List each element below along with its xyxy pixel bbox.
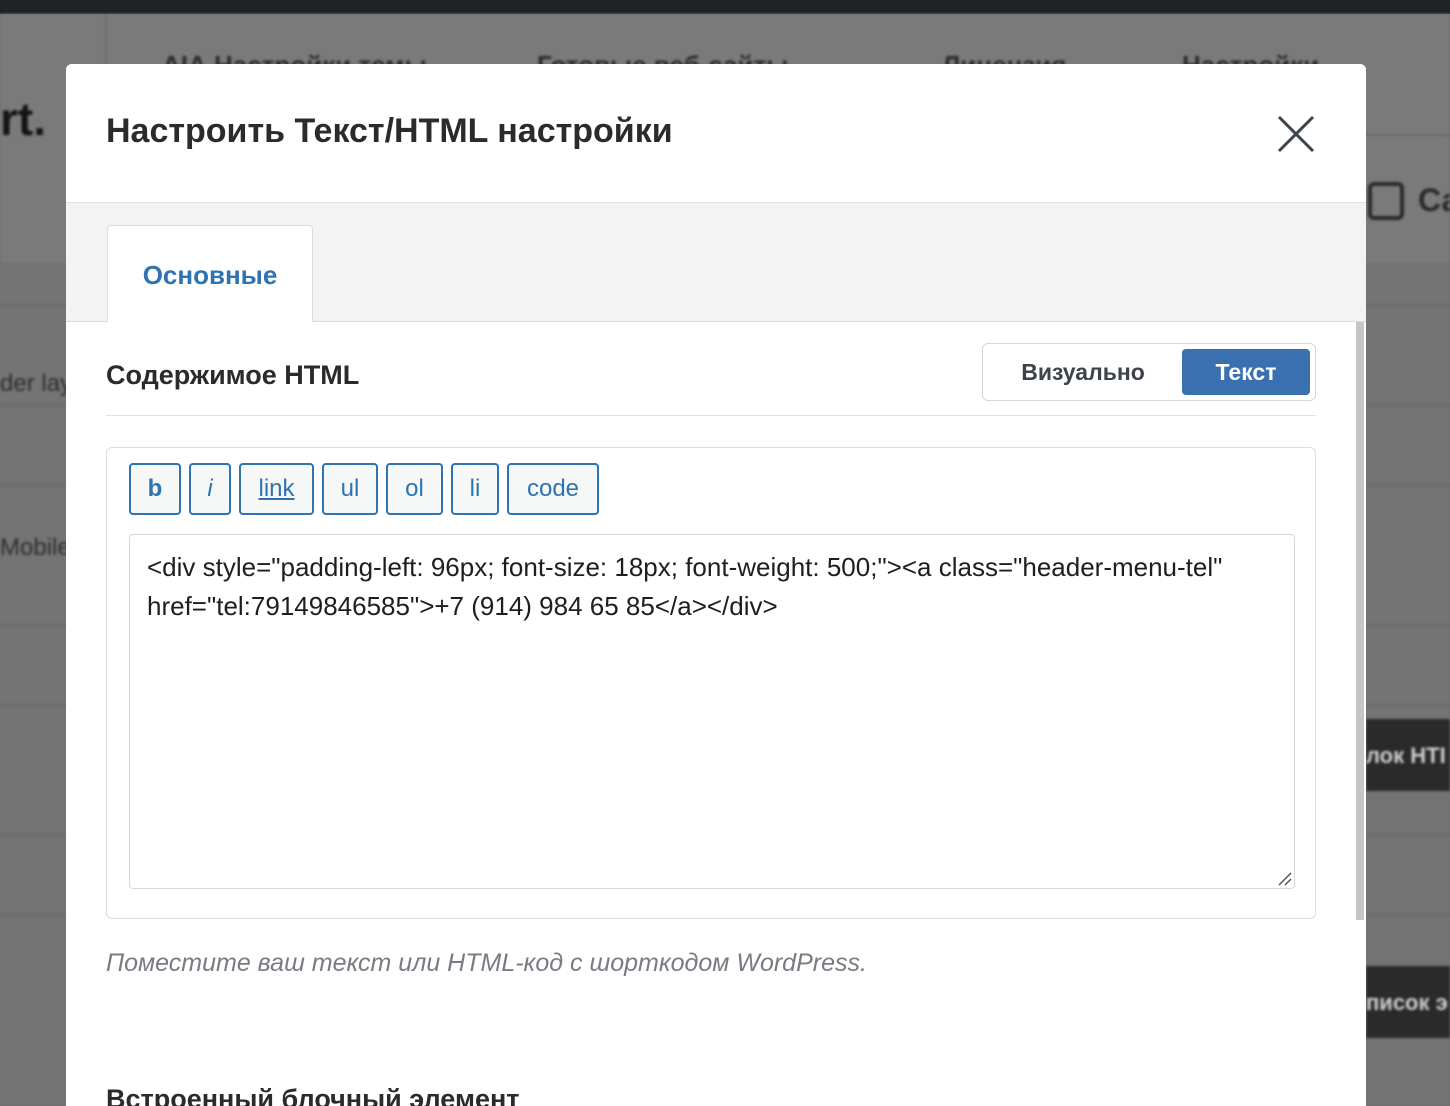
- inline-block-label: Встроенный блочный элемент: [106, 1084, 520, 1106]
- quicktag-code-button[interactable]: code: [507, 463, 599, 515]
- close-button[interactable]: [1274, 112, 1318, 156]
- admin-top-bar: [0, 0, 1450, 14]
- quicktag-ol-button[interactable]: ol: [386, 463, 443, 515]
- editor-mode-toggle: Визуально Текст: [982, 343, 1316, 401]
- quicktag-ul-button[interactable]: ul: [322, 463, 378, 515]
- background-button: писок э: [1366, 966, 1450, 1038]
- modal-title: Настроить Текст/HTML настройки: [106, 112, 673, 150]
- tab-basic[interactable]: Основные: [107, 225, 313, 323]
- tabs-bar: Основные: [66, 203, 1366, 323]
- background-right-text: Са: [1418, 182, 1450, 218]
- quicktag-bold-button[interactable]: b: [129, 463, 181, 515]
- section-divider: [106, 415, 1316, 416]
- html-content-label: Содержимое HTML: [106, 360, 360, 390]
- html-editor: b i link ul ol li code <div style="paddi…: [106, 447, 1316, 919]
- close-icon: [1277, 115, 1315, 153]
- modal-body: Содержимое HTML Визуально Текст b i link…: [66, 322, 1356, 1106]
- quicktag-li-button[interactable]: li: [451, 463, 499, 515]
- quicktag-link-button[interactable]: link: [239, 463, 314, 515]
- background-panel-icon: [1368, 182, 1404, 220]
- modal-header: Настроить Текст/HTML настройки: [66, 64, 1366, 203]
- quicktag-italic-button[interactable]: i: [189, 463, 231, 515]
- settings-modal: Настроить Текст/HTML настройки Основные …: [66, 64, 1366, 1106]
- html-code-textarea[interactable]: <div style="padding-left: 96px; font-siz…: [129, 534, 1295, 889]
- background-left-text: der lay: [0, 370, 73, 397]
- scrollbar-thumb[interactable]: [1356, 322, 1364, 920]
- background-logo: rt.: [0, 93, 46, 145]
- visual-mode-button[interactable]: Визуально: [987, 349, 1179, 395]
- text-mode-button[interactable]: Текст: [1182, 349, 1310, 395]
- background-left-text: Mobile: [0, 534, 71, 561]
- tab-label: Основные: [142, 260, 278, 290]
- help-text: Поместите ваш текст или HTML-код с шортк…: [106, 949, 867, 977]
- resize-handle-icon[interactable]: [1275, 869, 1293, 887]
- background-button: лок HTI: [1366, 719, 1450, 791]
